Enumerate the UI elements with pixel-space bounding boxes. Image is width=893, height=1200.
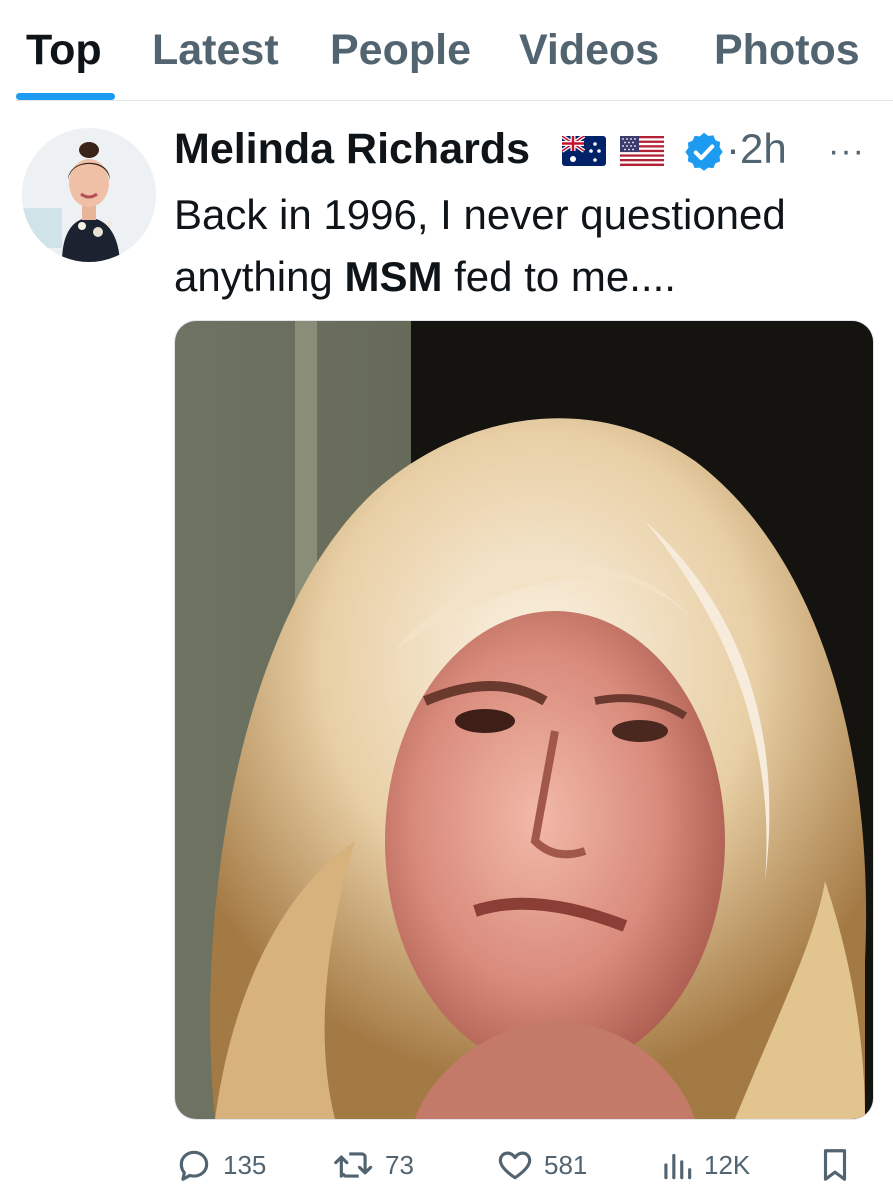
tab-latest[interactable]: Latest bbox=[152, 24, 279, 76]
bookmark-icon bbox=[823, 1149, 847, 1181]
tweet-header: Melinda Richards ·2h ··· bbox=[174, 122, 874, 178]
reply-icon bbox=[179, 1150, 209, 1181]
tweet-text: Back in 1996, I never questioned anythin… bbox=[174, 191, 786, 300]
tab-top[interactable]: Top bbox=[26, 24, 102, 76]
tab-people[interactable]: People bbox=[330, 24, 471, 76]
verified-badge-icon[interactable] bbox=[682, 130, 726, 174]
more-options-icon[interactable]: ··· bbox=[828, 132, 865, 171]
search-tabs: Top Latest People Videos Photos bbox=[0, 0, 893, 101]
usa-flag-icon bbox=[620, 136, 664, 166]
avatar-photo bbox=[22, 128, 156, 262]
heart-icon bbox=[498, 1151, 532, 1180]
repost-count: 73 bbox=[385, 1149, 414, 1180]
tweet-photo[interactable] bbox=[174, 320, 874, 1120]
like-button[interactable]: 581 bbox=[496, 1140, 587, 1190]
bookmark-button[interactable] bbox=[820, 1140, 860, 1190]
tabs-divider bbox=[16, 100, 893, 101]
tab-photos[interactable]: Photos bbox=[714, 24, 860, 76]
reply-button[interactable]: 135 bbox=[175, 1140, 266, 1190]
repost-button[interactable]: 73 bbox=[333, 1140, 414, 1190]
analytics-icon bbox=[664, 1153, 692, 1180]
like-count: 581 bbox=[544, 1149, 588, 1180]
view-count: 12K bbox=[704, 1149, 751, 1180]
tweet-actions: 135 73 581 12K bbox=[0, 1140, 893, 1190]
portrait-image bbox=[175, 321, 873, 1119]
author-avatar[interactable] bbox=[22, 128, 156, 262]
views-button[interactable]: 12K bbox=[660, 1140, 750, 1190]
tweet-timestamp[interactable]: ·2h bbox=[726, 125, 787, 173]
repost-icon bbox=[334, 1152, 373, 1178]
australia-flag-icon bbox=[562, 136, 606, 166]
author-name[interactable]: Melinda Richards bbox=[174, 125, 530, 174]
tab-videos[interactable]: Videos bbox=[519, 24, 659, 76]
reply-count: 135 bbox=[223, 1149, 267, 1180]
active-tab-indicator bbox=[16, 93, 115, 100]
